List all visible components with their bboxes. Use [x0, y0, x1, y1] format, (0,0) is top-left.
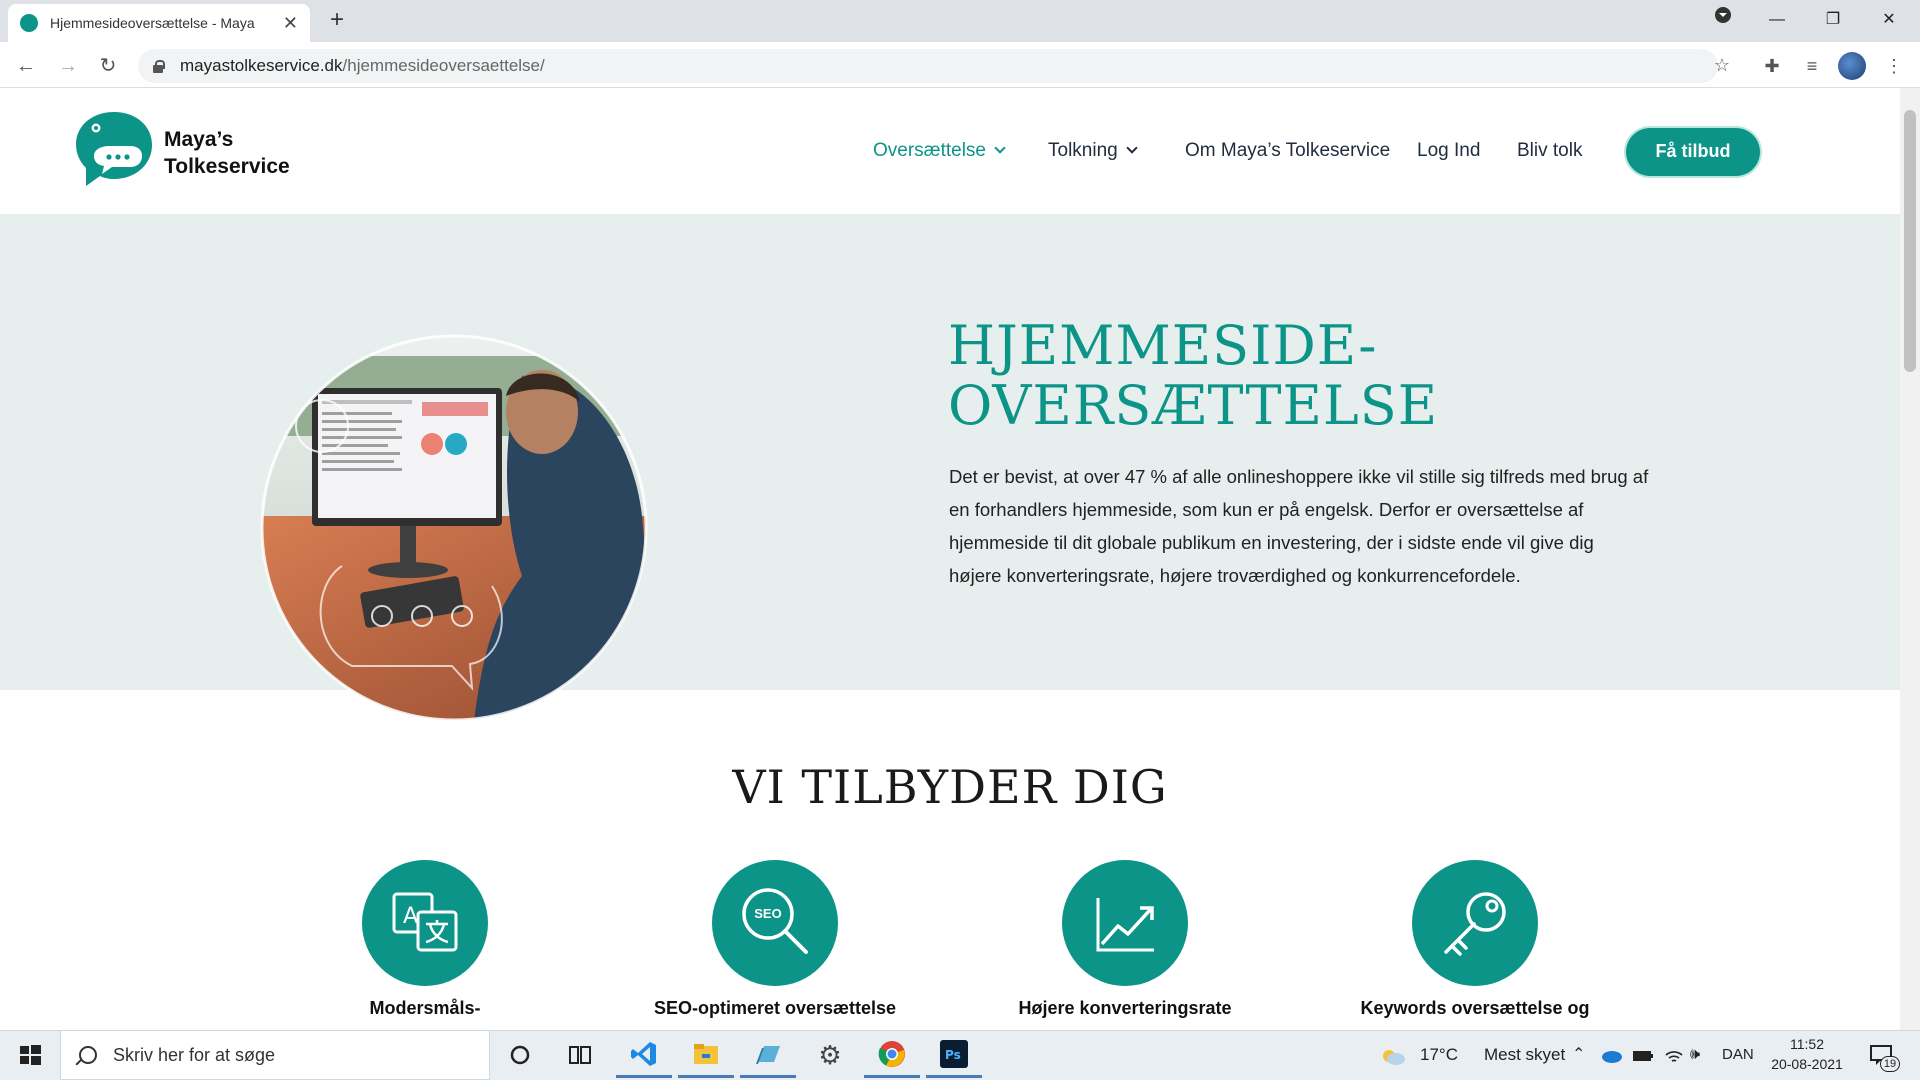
- notification-count-badge: 19: [1880, 1056, 1900, 1072]
- clock-date: 20-08-2021: [1771, 1056, 1843, 1072]
- tab-search-icon[interactable]: [1700, 4, 1746, 36]
- chrome-icon[interactable]: [864, 1032, 920, 1078]
- logo-text[interactable]: Maya’s Tolkeservice: [164, 126, 290, 180]
- reload-icon[interactable]: ↻: [92, 50, 124, 82]
- onedrive-cloud-icon[interactable]: [1600, 1030, 1622, 1080]
- tab-title: Hjemmesideoversættelse - Maya: [50, 15, 255, 31]
- chevron-down-icon: [1126, 142, 1138, 154]
- browser-tab-bar: Hjemmesideoversættelse - Maya ✕ + — ❐ ✕: [0, 0, 1920, 42]
- hero-description: Det er bevist, at over 47 % af alle onli…: [949, 466, 1649, 586]
- translate-icon: A: [362, 860, 488, 986]
- taskbar-search[interactable]: Skriv her for at søge: [60, 1030, 490, 1080]
- notes-app-icon[interactable]: [740, 1032, 796, 1078]
- weather-temperature[interactable]: 17°C: [1420, 1030, 1458, 1080]
- minimize-window-icon[interactable]: —: [1754, 4, 1800, 36]
- logo-chameleon-icon[interactable]: [72, 110, 156, 192]
- nav-bliv-tolk[interactable]: Bliv tolk: [1517, 140, 1582, 162]
- task-view-icon[interactable]: [552, 1032, 608, 1078]
- system-clock[interactable]: 11:52 20-08-2021: [1762, 1034, 1852, 1074]
- notification-center-icon[interactable]: [1868, 1030, 1898, 1080]
- nav-tolkning-label: Tolkning: [1048, 140, 1118, 161]
- browser-tab[interactable]: Hjemmesideoversættelse - Maya ✕: [8, 4, 310, 42]
- key-icon: [1412, 860, 1538, 986]
- back-icon[interactable]: ←: [10, 50, 42, 82]
- address-bar[interactable]: mayastolkeservice.dk/hjemmesideoversaett…: [138, 49, 1718, 83]
- chevron-down-icon: [994, 142, 1006, 154]
- browser-menu-icon[interactable]: ⋮: [1878, 50, 1910, 82]
- url-host: mayastolkeservice.dk: [180, 56, 343, 75]
- clock-time: 11:52: [1790, 1036, 1824, 1052]
- logo-line-1: Maya’s: [164, 128, 234, 151]
- get-quote-button[interactable]: Få tilbud: [1626, 128, 1760, 176]
- hero-image: [260, 334, 648, 722]
- hero-title-line-1: HJEMMESIDE-: [948, 314, 1378, 377]
- weather-cloud-icon[interactable]: [1380, 1030, 1406, 1080]
- nav-oversaettelse-label: Oversættelse: [873, 140, 986, 161]
- feature-label-mother-tongue: Modersmåls-: [369, 998, 481, 1018]
- site-favicon-icon: [20, 14, 38, 32]
- photoshop-icon[interactable]: Ps: [926, 1032, 982, 1078]
- lock-icon: [152, 59, 165, 73]
- nav-tolkning[interactable]: Tolkning: [1048, 140, 1138, 162]
- url-path: /hjemmesideoversaettelse/: [342, 56, 545, 75]
- extensions-icon[interactable]: ✚: [1756, 50, 1788, 82]
- file-explorer-icon[interactable]: [678, 1032, 734, 1078]
- nav-oversaettelse[interactable]: Oversættelse: [873, 140, 1006, 162]
- svg-text:A: A: [403, 904, 418, 929]
- seo-search-icon: SEO: [712, 860, 838, 986]
- hero-title: HJEMMESIDE- OVERSÆTTELSE: [948, 316, 1438, 436]
- profile-avatar[interactable]: [1838, 52, 1866, 80]
- volume-icon[interactable]: 🕪: [1690, 1030, 1700, 1080]
- windows-start-icon[interactable]: [0, 1030, 60, 1080]
- seo-icon-text: SEO: [754, 906, 782, 921]
- cortana-icon[interactable]: [492, 1032, 548, 1078]
- close-tab-icon[interactable]: ✕: [283, 13, 298, 34]
- feature-label-keywords: Keywords oversættelse og: [1360, 998, 1590, 1018]
- media-control-icon[interactable]: ≡: [1796, 50, 1828, 82]
- svg-text:Ps: Ps: [945, 1048, 961, 1062]
- bookmark-star-icon[interactable]: ☆: [1706, 49, 1738, 81]
- close-window-icon[interactable]: ✕: [1866, 4, 1912, 36]
- nav-log-ind[interactable]: Log Ind: [1417, 140, 1480, 162]
- weather-description[interactable]: Mest skyet: [1484, 1030, 1565, 1080]
- wifi-icon[interactable]: [1664, 1030, 1684, 1080]
- search-icon: [79, 1046, 97, 1064]
- battery-icon[interactable]: [1632, 1030, 1654, 1080]
- settings-gear-icon[interactable]: ⚙: [802, 1032, 858, 1078]
- hero-title-line-2: OVERSÆTTELSE: [948, 374, 1439, 437]
- vscode-icon[interactable]: [616, 1032, 672, 1078]
- input-language[interactable]: DAN: [1722, 1030, 1754, 1080]
- web-page: Maya’s Tolkeservice Oversættelse Tolknin…: [0, 88, 1900, 1030]
- taskbar-search-placeholder: Skriv her for at søge: [113, 1044, 276, 1065]
- trend-up-icon: [1062, 860, 1188, 986]
- forward-icon[interactable]: →: [52, 50, 84, 82]
- feature-label-conversion: Højere konverteringsrate: [1018, 998, 1232, 1018]
- show-hidden-icons-chevron-icon[interactable]: ⌃: [1572, 1030, 1585, 1080]
- restore-window-icon[interactable]: ❐: [1810, 4, 1856, 36]
- nav-om-mayas-tolkeservice[interactable]: Om Maya’s Tolkeservice: [1185, 140, 1390, 162]
- new-tab-button[interactable]: +: [322, 6, 352, 36]
- logo-line-2: Tolkeservice: [164, 155, 290, 178]
- feature-label-seo: SEO-optimeret oversættelse: [653, 998, 897, 1018]
- offers-heading: VI TILBYDER DIG: [732, 760, 1168, 814]
- scrollbar-thumb[interactable]: [1904, 110, 1916, 372]
